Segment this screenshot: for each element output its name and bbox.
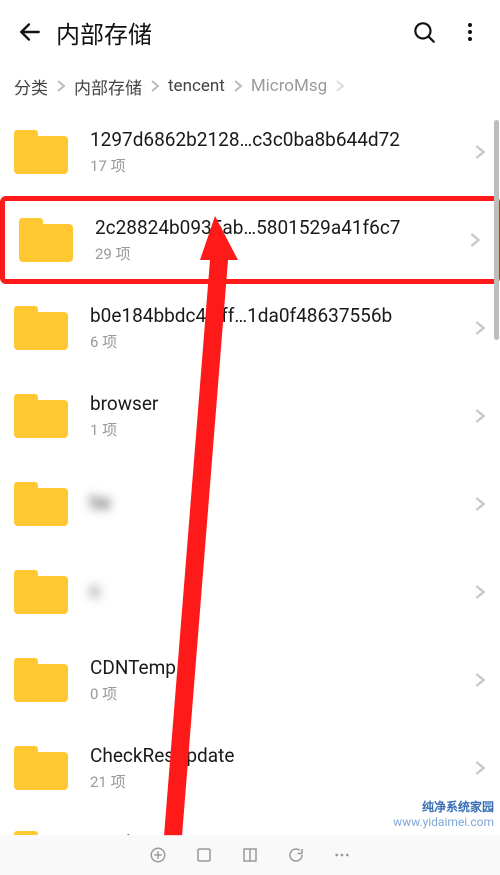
chevron-right-icon xyxy=(150,79,160,93)
folder-icon xyxy=(14,130,68,174)
folder-row[interactable]: c xyxy=(0,548,500,636)
folder-itemcount: 29 项 xyxy=(95,243,461,264)
tool-box-icon[interactable] xyxy=(194,845,214,865)
crumb-root[interactable]: 分类 xyxy=(14,74,48,99)
folder-icon xyxy=(14,658,68,702)
more-button[interactable] xyxy=(454,16,486,48)
folder-name: b0e184bbdc4a ff…1da0f48637556b xyxy=(90,304,466,327)
folder-name: 1297d6862b2128…c3c0ba8b644d72 xyxy=(90,128,466,151)
watermark: 纯净系统家园 www.yidaimei.com xyxy=(393,800,494,831)
breadcrumb: 分类 内部存储 tencent MicroMsg xyxy=(0,64,500,108)
folder-meta: browser 1 项 xyxy=(90,392,466,440)
chevron-right-icon xyxy=(233,79,243,93)
chevron-right-icon xyxy=(335,79,345,93)
chevron-right-icon xyxy=(474,495,486,513)
chevron-right-icon xyxy=(474,671,486,689)
back-button[interactable] xyxy=(14,16,46,48)
more-vertical-icon xyxy=(458,20,482,44)
folder-row[interactable]: CDNTemp 0 项 xyxy=(0,636,500,724)
folder-icon xyxy=(14,306,68,350)
folder-name: CDNTemp xyxy=(90,656,466,679)
folder-meta: 1297d6862b2128…c3c0ba8b644d72 17 项 xyxy=(90,128,466,176)
folder-icon xyxy=(14,746,68,790)
folder-name: he xyxy=(90,491,466,514)
folder-name: c xyxy=(90,579,466,602)
folder-itemcount: 17 项 xyxy=(90,155,466,176)
folder-row[interactable]: CheckResUpdate 21 项 xyxy=(0,724,500,812)
tool-refresh-icon[interactable] xyxy=(286,845,306,865)
folder-icon xyxy=(14,482,68,526)
crumb-micromsg[interactable]: MicroMsg xyxy=(251,76,327,96)
folder-meta: b0e184bbdc4a ff…1da0f48637556b 6 项 xyxy=(90,304,466,352)
chevron-right-icon xyxy=(474,319,486,337)
arrow-left-icon xyxy=(17,19,43,45)
bottom-toolbar xyxy=(0,835,500,875)
chevron-right-icon xyxy=(474,143,486,161)
tool-grid-icon[interactable] xyxy=(240,845,260,865)
folder-itemcount: 0 项 xyxy=(90,683,466,704)
crumb-tencent[interactable]: tencent xyxy=(168,76,225,96)
chevron-right-icon xyxy=(469,231,481,249)
search-icon xyxy=(411,19,437,45)
folder-row[interactable]: b0e184bbdc4a ff…1da0f48637556b 6 项 xyxy=(0,284,500,372)
chevron-right-icon xyxy=(474,583,486,601)
folder-icon xyxy=(14,570,68,614)
file-list: 1297d6862b2128…c3c0ba8b644d72 17 项 2c288… xyxy=(0,108,500,835)
tool-more-icon[interactable] xyxy=(332,845,352,865)
folder-row[interactable]: he xyxy=(0,460,500,548)
folder-meta: CheckResUpdate 21 项 xyxy=(90,744,466,792)
folder-meta: 2c28824b0935ab…5801529a41f6c7 29 项 xyxy=(95,216,461,264)
chevron-right-icon xyxy=(474,407,486,425)
search-button[interactable] xyxy=(408,16,440,48)
folder-row[interactable]: browser 1 项 xyxy=(0,372,500,460)
folder-icon xyxy=(19,218,73,262)
folder-meta: c xyxy=(90,579,466,606)
folder-icon xyxy=(14,394,68,438)
folder-itemcount: 6 项 xyxy=(90,331,466,352)
folder-itemcount: 21 项 xyxy=(90,771,466,792)
folder-name: 2c28824b0935ab…5801529a41f6c7 xyxy=(95,216,461,239)
folder-meta: he xyxy=(90,491,466,518)
folder-itemcount: 1 项 xyxy=(90,419,466,440)
folder-row[interactable]: 1297d6862b2128…c3c0ba8b644d72 17 项 xyxy=(0,108,500,196)
chevron-right-icon xyxy=(474,759,486,777)
crumb-storage[interactable]: 内部存储 xyxy=(74,74,142,99)
app-bar: 内部存储 xyxy=(0,0,500,64)
tool-plus-icon[interactable] xyxy=(148,845,168,865)
folder-meta: CDNTemp 0 项 xyxy=(90,656,466,704)
page-title: 内部存储 xyxy=(56,15,394,50)
folder-name: browser xyxy=(90,392,466,415)
scrollbar[interactable] xyxy=(492,120,500,800)
folder-row[interactable]: 2c28824b0935ab…5801529a41f6c7 29 项 xyxy=(0,196,500,284)
chevron-right-icon xyxy=(56,79,66,93)
folder-name: CheckResUpdate xyxy=(90,744,466,767)
